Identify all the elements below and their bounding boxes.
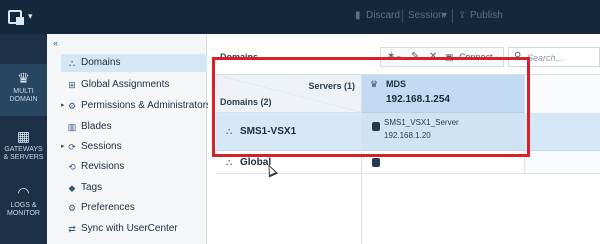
sidebar-item-revisions[interactable]: ⟲ Revisions <box>61 158 207 176</box>
connect-button[interactable]: Connect <box>459 52 493 62</box>
app-menu-button[interactable]: ▾ <box>8 8 38 26</box>
domains-toolbar: ✶ ▾ ✎ ✕ ▣ Connect <box>380 47 504 67</box>
sessions-icon: ⟳ <box>68 142 76 152</box>
server-name: MDS <box>386 79 406 89</box>
domain-server-name: SMS1_VSX1_Server <box>384 118 459 127</box>
search-icon: ⚲ <box>514 51 522 62</box>
tag-icon: ◆ <box>68 183 76 193</box>
grid-corner-header: Servers (1) Domains (2) <box>216 75 362 113</box>
publish-icon: ⇪ <box>458 10 467 21</box>
discard-icon: ▮ <box>355 10 361 21</box>
server-column-header[interactable]: ♛ MDS 192.168.1.254 <box>362 75 524 113</box>
toolbar-divider <box>452 9 453 23</box>
top-bar: ▾ ▮ Discard Session ▾ ⇪ Publish <box>0 0 600 34</box>
nav-gateways-servers[interactable]: ▦ GATEWAYS & SERVERS <box>0 122 47 174</box>
session-chevron-icon: ▾ <box>442 10 448 21</box>
servers-header: Servers (1) <box>308 81 355 91</box>
search-input[interactable]: ⚲ Search... <box>508 47 600 67</box>
crown-icon: ♛ <box>370 79 379 89</box>
table-row[interactable]: ⛬ SMS1-VSX1 SMS1_VSX1_Server 192.168.1.2… <box>216 113 600 151</box>
domain-name: SMS1-VSX1 <box>240 126 297 137</box>
discard-button[interactable]: Discard <box>366 10 400 21</box>
sidebar-item-preferences[interactable]: ⚙ Preferences <box>61 199 207 217</box>
revisions-icon: ⟲ <box>68 162 76 172</box>
permissions-icon: ⚙ <box>67 101 77 111</box>
preferences-icon: ⚙ <box>67 203 77 213</box>
crown-icon: ♛ <box>17 70 30 86</box>
nav-multi-domain[interactable]: ♛ MULTI DOMAIN <box>0 64 47 116</box>
delete-icon[interactable]: ✕ <box>429 51 437 62</box>
app-icon <box>8 10 24 25</box>
expand-arrow-icon[interactable]: ▸ <box>61 97 65 115</box>
search-placeholder: Search... <box>527 53 564 63</box>
domains-icon: ⛬ <box>68 58 76 68</box>
global-assignments-icon: ⊞ <box>68 80 76 90</box>
edit-icon[interactable]: ✎ <box>411 51 419 62</box>
sidebar-item-sync-usercenter[interactable]: ⇄ Sync with UserCenter <box>61 220 207 238</box>
gateways-icon: ▦ <box>16 128 31 144</box>
gauge-icon: ◠ <box>17 184 30 200</box>
domain-icon: ⛬ <box>226 126 233 136</box>
sidebar-item-tags[interactable]: ◆ Tags <box>61 179 207 197</box>
page-title: Domains <box>220 52 259 62</box>
multi-domain-panel: « ⛬ Domains ⊞ Global Assignments ▸ ⚙ Per… <box>47 34 211 244</box>
database-icon <box>372 158 380 167</box>
sidebar-item-blades[interactable]: ▥ Blades <box>61 118 207 136</box>
domains-grid: Servers (1) Domains (2) ♛ MDS 192.168.1.… <box>216 74 600 244</box>
publish-button[interactable]: Publish <box>470 10 503 21</box>
chevron-down-icon[interactable]: ▾ <box>397 54 401 62</box>
blades-icon: ▥ <box>67 122 77 132</box>
domain-server-cell[interactable] <box>362 152 524 173</box>
toolbar-divider <box>402 9 403 23</box>
sidebar-item-sessions[interactable]: ▸ ⟳ Sessions <box>61 138 207 156</box>
sidebar-item-global-assignments[interactable]: ⊞ Global Assignments <box>61 76 207 94</box>
grid-empty-area <box>216 174 600 244</box>
sidebar-item-permissions[interactable]: ▸ ⚙ Permissions & Administrators <box>61 97 211 115</box>
main-content: Domains ✶ ▾ ✎ ✕ ▣ Connect ⚲ Search... Se… <box>208 34 600 244</box>
domain-server-cell[interactable]: SMS1_VSX1_Server 192.168.1.20 <box>362 113 524 150</box>
sync-icon: ⇄ <box>68 224 76 234</box>
nav-logs-monitor[interactable]: ◠ LOGS & MONITOR <box>0 178 47 230</box>
new-icon[interactable]: ✶ <box>387 51 395 62</box>
connect-icon: ▣ <box>445 52 454 62</box>
sidebar-item-domains[interactable]: ⛬ Domains <box>61 54 207 72</box>
domain-server-ip: 192.168.1.20 <box>384 131 431 140</box>
chevron-down-icon: ▾ <box>28 11 33 21</box>
domain-icon: ⛬ <box>226 157 233 167</box>
server-ip: 192.168.1.254 <box>386 94 450 105</box>
domain-cell[interactable]: ⛬ SMS1-VSX1 <box>216 113 362 150</box>
grid-empty-label-column <box>216 174 362 244</box>
domain-cell[interactable]: ⛬ Global <box>216 152 362 173</box>
collapse-panel-button[interactable]: « <box>53 38 58 48</box>
session-menu[interactable]: Session <box>408 10 444 21</box>
expand-arrow-icon[interactable]: ▸ <box>61 138 65 156</box>
domains-header: Domains (2) <box>220 97 272 107</box>
left-navigation: ♛ MULTI DOMAIN ▦ GATEWAYS & SERVERS ◠ LO… <box>0 34 47 244</box>
database-icon <box>372 122 380 131</box>
